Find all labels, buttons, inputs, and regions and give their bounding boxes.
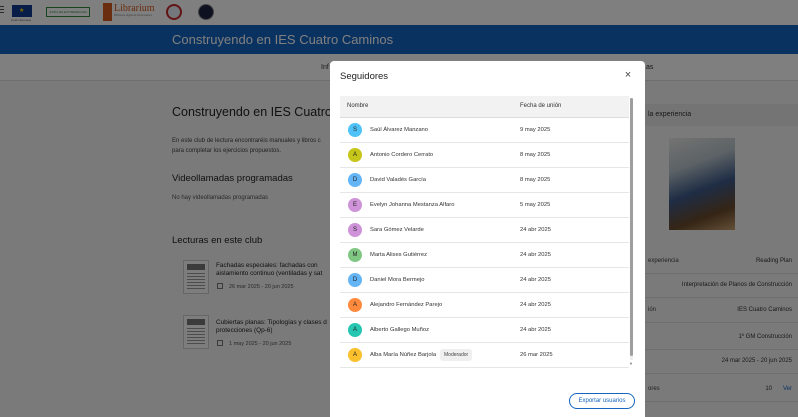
follower-name: Marta Alises Gutiérrez <box>370 252 428 258</box>
column-header-name: Nombre <box>347 103 369 109</box>
join-date: 24 abr 2025 <box>520 327 551 333</box>
followers-list: S Saúl Álvarez Manzano 9 may 2025 A Antonio … <box>340 118 629 368</box>
join-date: 24 abr 2025 <box>520 302 551 308</box>
avatar: M <box>348 248 362 262</box>
follower-name: Saúl Álvarez Manzano <box>370 127 428 133</box>
join-date: 24 abr 2025 <box>520 252 551 258</box>
avatar: D <box>348 173 362 187</box>
join-date: 8 may 2025 <box>520 177 551 183</box>
table-row[interactable]: A Alba María Núñez Barjola Moderador 26 mar… <box>340 343 629 368</box>
scrollbar[interactable] <box>630 98 633 360</box>
table-row[interactable]: S Sara Gómez Velarde 24 abr 2025 <box>340 218 629 243</box>
table-row[interactable]: S Saúl Álvarez Manzano 9 may 2025 <box>340 118 629 143</box>
follower-name: Alejandro Fernández Parejo <box>370 302 443 308</box>
avatar: S <box>348 123 362 137</box>
avatar: A <box>348 298 362 312</box>
table-header: Nombre Fecha de unión <box>340 96 629 118</box>
table-row[interactable]: A Alberto Gallego Muñoz 24 abr 2025 <box>340 318 629 343</box>
follower-name: Alberto Gallego Muñoz <box>370 327 429 333</box>
close-icon: × <box>624 69 632 81</box>
table-row[interactable]: E Evelyn Johanna Mestanza Alfaro 5 may 202… <box>340 193 629 218</box>
table-row[interactable]: D David Valadés García 8 may 2025 <box>340 168 629 193</box>
role-badge: Moderador <box>440 349 473 361</box>
close-button[interactable]: × <box>623 69 633 81</box>
join-date: 5 may 2025 <box>520 202 551 208</box>
join-date: 24 abr 2025 <box>520 227 551 233</box>
join-date: 9 may 2025 <box>520 127 551 133</box>
avatar: E <box>348 198 362 212</box>
table-row[interactable]: A Antonio Cordero Cerrato 8 may 2025 <box>340 143 629 168</box>
avatar: A <box>348 348 362 362</box>
follower-name: Daniel Mora Bermejo <box>370 277 425 283</box>
join-date: 24 abr 2025 <box>520 277 551 283</box>
avatar: A <box>348 323 362 337</box>
join-date: 26 mar 2025 <box>520 352 553 358</box>
scroll-thumb[interactable] <box>630 98 633 356</box>
column-header-date: Fecha de unión <box>520 103 562 109</box>
table-row[interactable]: M Marta Alises Gutiérrez 24 abr 2025 <box>340 243 629 268</box>
avatar: D <box>348 273 362 287</box>
export-users-button[interactable]: Exportar usuarios <box>569 393 635 409</box>
modal-title: Seguidores <box>340 71 389 82</box>
avatar: A <box>348 148 362 162</box>
follower-name: Antonio Cordero Cerrato <box>370 152 434 158</box>
follower-name: Sara Gómez Velarde <box>370 227 424 233</box>
scroll-down-icon[interactable]: ▼ <box>629 361 633 366</box>
follower-name: David Valadés García <box>370 177 426 183</box>
table-row[interactable]: D Daniel Mora Bermejo 24 abr 2025 <box>340 268 629 293</box>
follower-name: Evelyn Johanna Mestanza Alfaro <box>370 202 455 208</box>
table-row[interactable]: A Alejandro Fernández Parejo 24 abr 2025 <box>340 293 629 318</box>
join-date: 8 may 2025 <box>520 152 551 158</box>
avatar: S <box>348 223 362 237</box>
follower-name: Alba María Núñez Barjola <box>370 352 437 358</box>
followers-modal: Seguidores × Nombre Fecha de unión S Saúl… <box>330 61 645 417</box>
